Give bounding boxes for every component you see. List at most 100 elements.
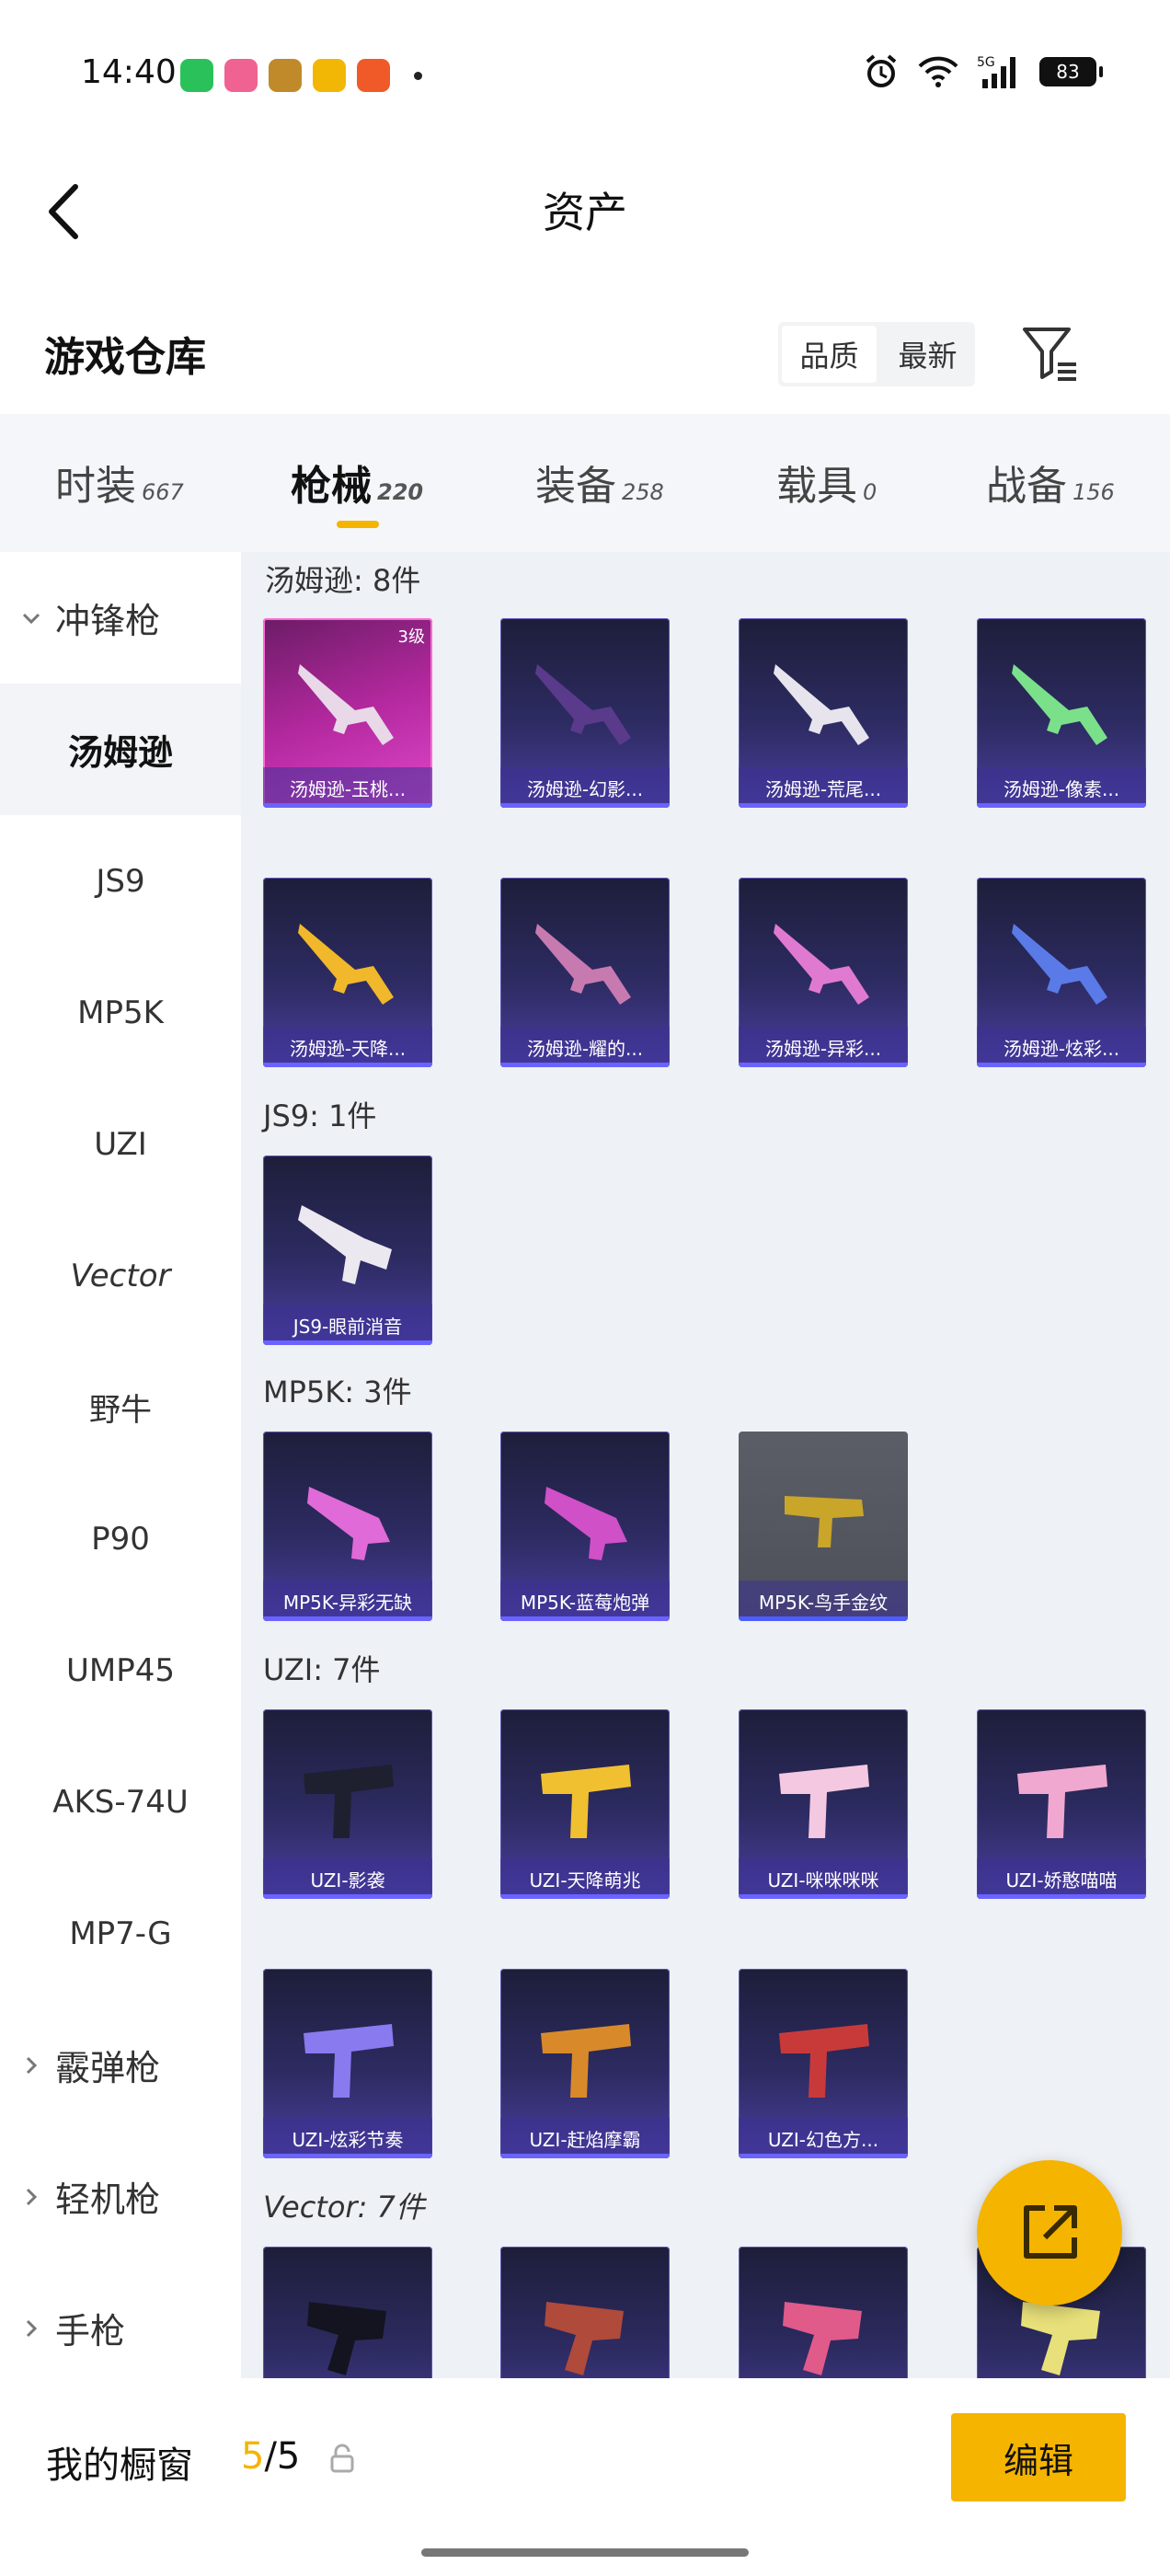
- chevron-right-icon: [26, 2056, 38, 2074]
- tab-label: 战备: [986, 463, 1067, 510]
- sidebar-item-vector[interactable]: Vector: [0, 1210, 241, 1341]
- sidebar-item-bizon[interactable]: 野牛: [0, 1341, 241, 1473]
- section-title: 汤姆逊: 8件: [265, 563, 421, 598]
- sidebar-item-uzi[interactable]: UZI: [0, 1078, 241, 1210]
- rarity-bar: [977, 803, 1146, 808]
- system-icons: 5G 83: [863, 53, 1103, 90]
- sidebar-group-lmg[interactable]: 轻机枪: [0, 2131, 241, 2262]
- weapon-card[interactable]: 汤姆逊-异彩...: [739, 878, 908, 1067]
- lock-icon: [330, 2444, 354, 2473]
- sidebar-group-label: 冲锋枪: [55, 601, 161, 641]
- svg-text:5G: 5G: [977, 55, 995, 70]
- weapon-category-sidebar: 冲锋枪 汤姆逊 JS9 MP5K UZI Vector 野牛 P90 UMP45…: [0, 552, 241, 2378]
- tab-count: 220: [377, 479, 424, 505]
- weapon-card-label: 汤姆逊-异彩...: [739, 1027, 908, 1067]
- chevron-down-icon: [22, 613, 40, 624]
- rarity-bar: [739, 1616, 908, 1621]
- notification-icons: [180, 59, 422, 92]
- sidebar-group-shotgun[interactable]: 霰弹枪: [0, 1999, 241, 2131]
- weapon-skin-icon: [779, 1765, 869, 1838]
- sidebar-item-aks74u[interactable]: AKS-74U: [0, 1736, 241, 1868]
- weapon-skin-icon: [774, 924, 869, 1005]
- sort-newest-button[interactable]: 最新: [880, 322, 975, 386]
- weapon-skin-icon: [535, 924, 631, 1005]
- tab-fashion[interactable]: 时装 667: [55, 453, 184, 512]
- weapon-card-label: 汤姆逊-幻影...: [500, 767, 670, 808]
- weapon-card[interactable]: 汤姆逊-耀的...: [500, 878, 670, 1067]
- weapon-card[interactable]: 汤姆逊-荒尾...: [739, 618, 908, 808]
- weapon-card-label: 汤姆逊-耀的...: [500, 1027, 670, 1067]
- filter-button[interactable]: [1021, 324, 1080, 383]
- tab-count: 0: [863, 479, 878, 505]
- weapon-card[interactable]: 汤姆逊-像素...: [977, 618, 1146, 808]
- weapon-skin-icon: [785, 1496, 864, 1547]
- weapon-card[interactable]: MP5K-异彩无缺: [263, 1432, 432, 1621]
- weapon-skin-icon: [779, 2024, 869, 2098]
- weapon-card[interactable]: 汤姆逊-幻影...: [500, 618, 670, 808]
- weapon-card-label: UZI-幻色方...: [739, 2118, 908, 2158]
- sidebar-item-mp5k[interactable]: MP5K: [0, 947, 241, 1078]
- weapon-card[interactable]: [263, 2247, 432, 2378]
- section-title: Vector: 7件: [263, 2190, 425, 2225]
- weapon-card[interactable]: 汤姆逊-天降...: [263, 878, 432, 1067]
- rarity-bar: [977, 1063, 1146, 1067]
- weapon-card-label: UZI-娇憨喵喵: [977, 1858, 1146, 1899]
- wechat-icon: [180, 59, 213, 92]
- weapon-card[interactable]: UZI-影袭: [263, 1709, 432, 1899]
- status-time: 14:40: [81, 53, 177, 91]
- tab-supplies[interactable]: 战备 156: [986, 453, 1115, 512]
- sidebar-item-p90[interactable]: P90: [0, 1473, 241, 1604]
- weapon-skin-icon: [304, 1765, 394, 1838]
- weapon-skin-icon: [545, 2302, 624, 2375]
- weapon-skin-icon: [1012, 664, 1107, 745]
- sidebar-item-mp7g[interactable]: MP7-G: [0, 1868, 241, 1999]
- tab-vehicles[interactable]: 载具 0: [776, 453, 877, 512]
- sidebar-group-pistol[interactable]: 手枪: [0, 2262, 241, 2378]
- home-indicator[interactable]: [421, 2548, 749, 2557]
- wifi-icon: [918, 55, 958, 88]
- weapon-card[interactable]: UZI-幻色方...: [739, 1969, 908, 2158]
- sidebar-item-js9[interactable]: JS9: [0, 815, 241, 947]
- tab-weapons[interactable]: 枪械 220: [291, 453, 423, 512]
- filter-icon: [1023, 328, 1076, 381]
- edit-button[interactable]: 编辑: [951, 2413, 1126, 2501]
- weapon-card[interactable]: UZI-天降萌兆: [500, 1709, 670, 1899]
- chevron-right-icon: [26, 2188, 38, 2205]
- tab-equipment[interactable]: 装备 258: [535, 453, 664, 512]
- section-title: UZI: 7件: [263, 1652, 381, 1687]
- weapon-card[interactable]: MP5K-蓝莓炮弹: [500, 1432, 670, 1621]
- sort-quality-button[interactable]: 品质: [782, 326, 877, 383]
- weapon-card[interactable]: 3级 汤姆逊-玉桃...: [263, 618, 432, 808]
- weapon-card[interactable]: UZI-炫彩节奏: [263, 1969, 432, 2158]
- sidebar-item-thompson[interactable]: 汤姆逊: [0, 684, 241, 815]
- weapon-card[interactable]: UZI-赶焰摩霸: [500, 1969, 670, 2158]
- weapon-card[interactable]: [739, 2247, 908, 2378]
- weapon-card[interactable]: MP5K-鸟手金纹: [739, 1432, 908, 1621]
- weapon-skin-icon: [298, 1205, 392, 1284]
- signal-5g-icon: 5G: [977, 53, 1021, 90]
- weapon-card-label: UZI-炫彩节奏: [263, 2118, 432, 2158]
- weapon-card[interactable]: JS9-眼前消音: [263, 1156, 432, 1345]
- weapon-card[interactable]: [500, 2247, 670, 2378]
- share-button[interactable]: [977, 2160, 1122, 2306]
- app-icon-orange: [357, 59, 390, 92]
- tab-count: 156: [1072, 479, 1115, 505]
- rarity-bar: [500, 1894, 670, 1899]
- sidebar-group-smg[interactable]: 冲锋枪: [0, 552, 241, 684]
- weapon-card[interactable]: UZI-娇憨喵喵: [977, 1709, 1146, 1899]
- weapon-skin-icon: [535, 664, 631, 745]
- sidebar-item-ump45[interactable]: UMP45: [0, 1604, 241, 1736]
- weapon-grid: 汤姆逊: 8件 3级 汤姆逊-玉桃... 汤姆逊-幻影... 汤姆逊-荒尾...…: [241, 552, 1170, 2378]
- weapon-skin-icon: [307, 1487, 390, 1560]
- weapon-card-label: MP5K-鸟手金纹: [739, 1581, 908, 1621]
- weapon-card-label: UZI-天降萌兆: [500, 1858, 670, 1899]
- category-tabs: 时装 667 枪械 220 装备 258 载具 0 战备 156: [0, 414, 1170, 552]
- rarity-bar: [263, 1894, 432, 1899]
- weapon-card[interactable]: UZI-咪咪咪咪: [739, 1709, 908, 1899]
- page-title: 资产: [543, 188, 627, 237]
- weapon-skin-icon: [307, 2302, 386, 2375]
- weapon-skin-icon: [1012, 924, 1107, 1005]
- tab-label: 装备: [535, 463, 616, 510]
- app-icon-pink: [224, 59, 258, 92]
- weapon-card[interactable]: 汤姆逊-炫彩...: [977, 878, 1146, 1067]
